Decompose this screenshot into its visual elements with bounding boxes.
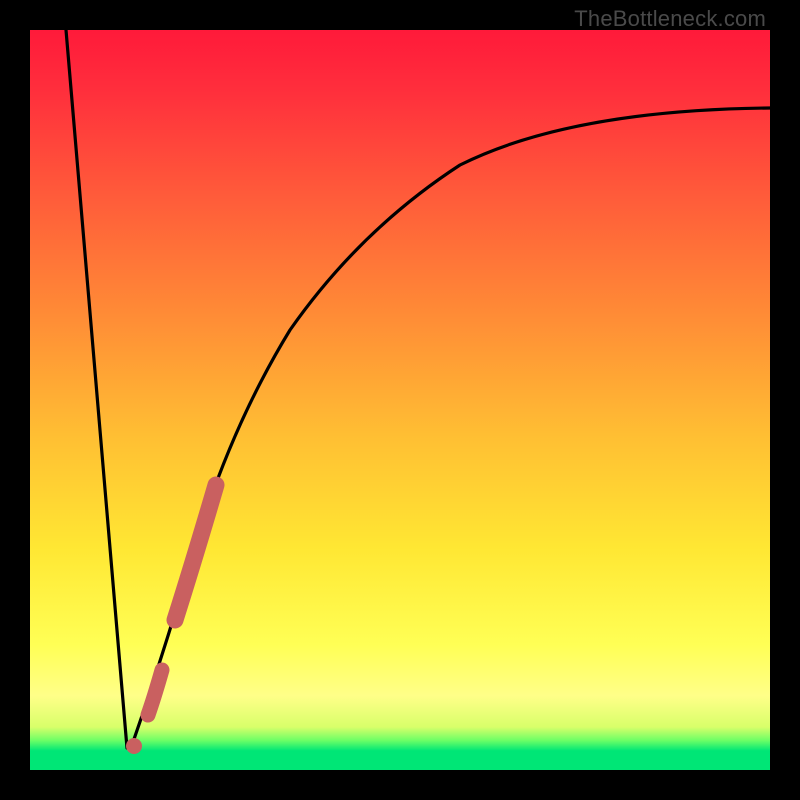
plot-area — [30, 30, 770, 770]
highlight-segment-upper — [175, 485, 216, 620]
attribution-text: TheBottleneck.com — [574, 6, 766, 32]
chart-frame: TheBottleneck.com — [0, 0, 800, 800]
curve-svg — [30, 30, 770, 770]
bottleneck-curve — [66, 30, 770, 748]
highlight-segment-lower — [148, 670, 162, 715]
highlight-dot — [126, 738, 142, 754]
